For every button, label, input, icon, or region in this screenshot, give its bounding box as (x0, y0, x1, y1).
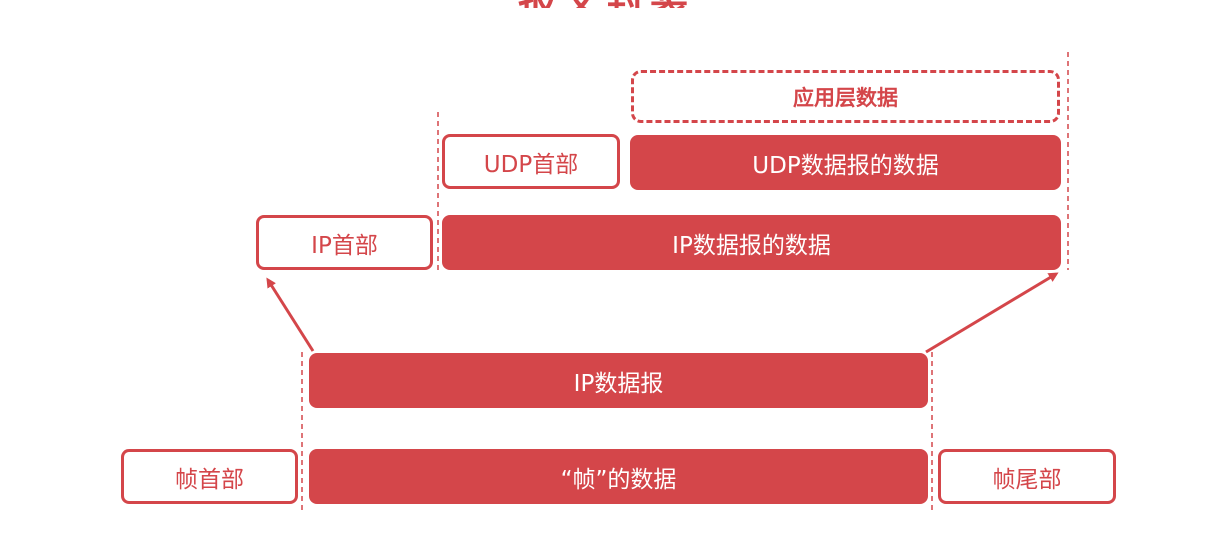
frame-data-box: “帧”的数据 (309, 449, 928, 504)
udp-header-label: UDP首部 (483, 151, 579, 178)
ip-datagram-label: IP数据报 (573, 370, 664, 397)
arrow-to-ip-data (925, 272, 1059, 354)
application-data-label: 应用层数据 (793, 85, 898, 110)
application-data-box: 应用层数据 (631, 70, 1060, 123)
ip-data-box: IP数据报的数据 (442, 215, 1061, 270)
frame-header-label: 帧首部 (175, 466, 244, 493)
frame-trailer-label: 帧尾部 (992, 466, 1062, 493)
udp-data-label: UDP数据报的数据 (752, 152, 939, 179)
frame-header-box: 帧首部 (121, 449, 298, 504)
ip-header-label: IP首部 (311, 232, 378, 259)
frame-trailer-box: 帧尾部 (938, 449, 1116, 504)
arrow-to-ip-header (266, 277, 315, 352)
frame-data-label: “帧”的数据 (560, 466, 677, 493)
ip-datagram-box: IP数据报 (309, 353, 928, 408)
ip-header-box: IP首部 (256, 215, 433, 270)
ip-data-label: IP数据报的数据 (672, 232, 831, 259)
udp-data-box: UDP数据报的数据 (630, 135, 1061, 190)
udp-header-box: UDP首部 (442, 134, 620, 189)
